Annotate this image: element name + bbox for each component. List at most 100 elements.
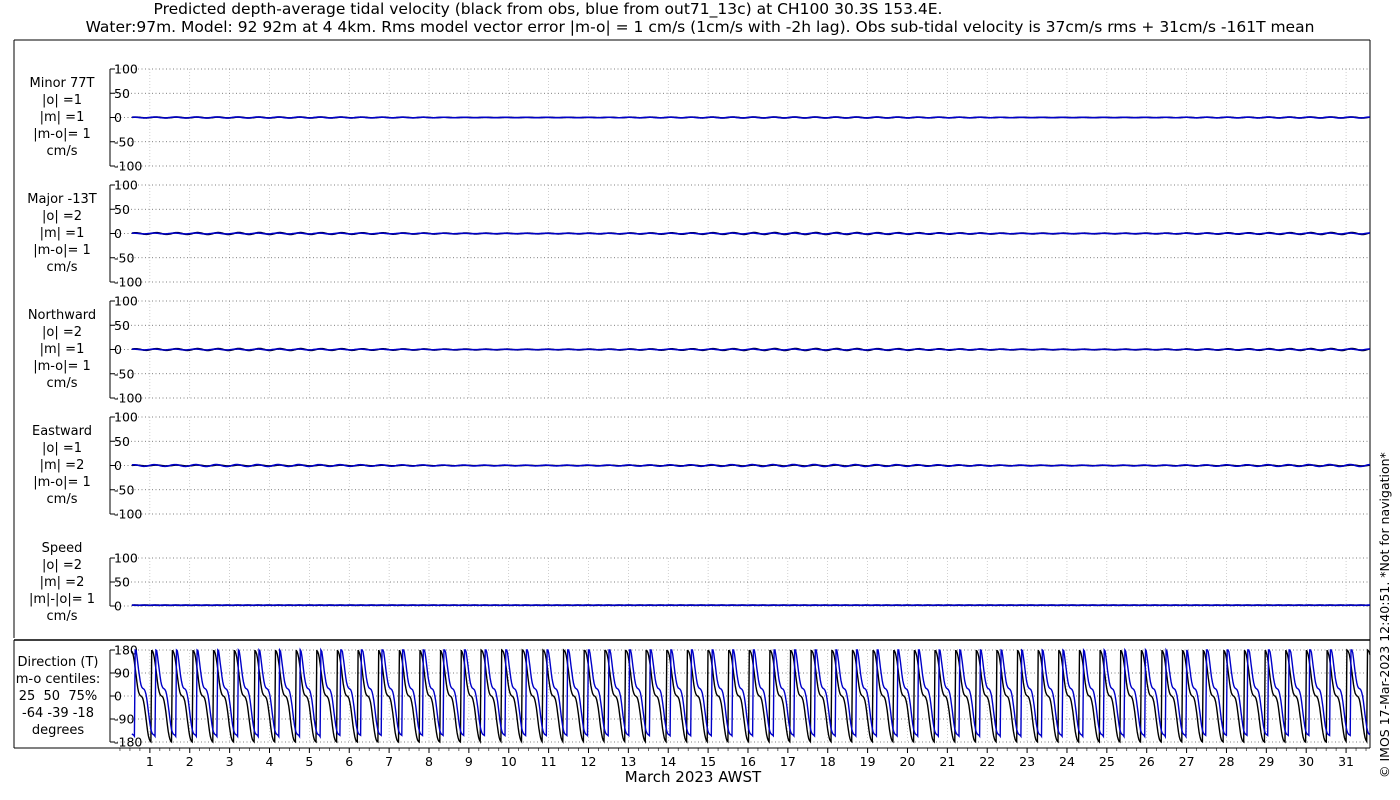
x-tick-label: 6: [345, 754, 353, 769]
panel-label-major: Major -13T |o| =2 |m| =1 |m-o|= 1 cm/s: [14, 191, 110, 276]
y-tick-label: 100: [114, 294, 138, 309]
x-tick-label: 28: [1219, 754, 1235, 769]
x-tick-label: 4: [266, 754, 274, 769]
panel-label-line: |m-o|= 1: [33, 243, 91, 258]
panel-label-line: |m| =2: [39, 458, 85, 473]
y-tick-label: -50: [114, 366, 134, 381]
x-tick-label: 3: [226, 754, 234, 769]
panel-label-line: 25 50 75%: [18, 689, 98, 704]
panel-label-direction: Direction (T) m-o centiles: 25 50 75% -64 -…: [8, 654, 108, 739]
y-tick-label: 100: [114, 410, 138, 425]
panel-label-line: |m| =1: [39, 110, 85, 125]
y-tick-label: -50: [114, 134, 134, 149]
y-tick-label: 0: [114, 110, 122, 125]
y-tick-label: -100: [114, 159, 142, 174]
x-tick-label: 8: [425, 754, 433, 769]
x-tick-label: 23: [1019, 754, 1035, 769]
panel-label-line: Eastward: [31, 424, 93, 439]
y-tick-label: 50: [114, 575, 130, 590]
panel-label-line: Major -13T: [27, 192, 97, 207]
x-tick-label: 2: [186, 754, 194, 769]
panel-label-line: Speed: [41, 541, 83, 556]
panel-label-line: Direction (T): [17, 655, 99, 670]
panel-label-line: cm/s: [46, 609, 78, 624]
y-tick-label: 50: [114, 318, 130, 333]
y-tick-label: -100: [114, 507, 142, 522]
x-tick-label: 17: [780, 754, 796, 769]
x-tick-label: 15: [700, 754, 716, 769]
panel-label-line: |m-o|= 1: [33, 475, 91, 490]
x-tick-label: 31: [1338, 754, 1354, 769]
panel-label-line: |m| =2: [39, 575, 85, 590]
y-tick-label: 90: [114, 666, 130, 681]
x-tick-label: 27: [1179, 754, 1195, 769]
y-tick-label: -100: [114, 275, 142, 290]
panel-label-line: |o| =2: [41, 325, 82, 340]
minor-model-line: [131, 116, 1371, 119]
x-tick-label: 19: [860, 754, 876, 769]
y-tick-label: 50: [114, 434, 130, 449]
panel-label-line: |m| =1: [39, 226, 85, 241]
x-tick-label: 24: [1059, 754, 1075, 769]
panel-label-line: |m-o|= 1: [33, 359, 91, 374]
copyright-notice: © IMOS 17-Mar-2023 12:40:51. *Not for na…: [1377, 452, 1392, 778]
panel-label-speed: Speed |o| =2 |m| =2 |m|-|o|= 1 cm/s: [14, 540, 110, 625]
x-tick-label: 10: [501, 754, 517, 769]
y-tick-label: -50: [114, 482, 134, 497]
y-tick-label: -180: [114, 735, 142, 750]
y-tick-label: 0: [114, 342, 122, 357]
y-tick-label: 0: [114, 689, 122, 704]
x-tick-label: 7: [385, 754, 393, 769]
y-tick-label: 100: [114, 551, 138, 566]
x-tick-label: 21: [939, 754, 955, 769]
panel-label-line: |m|-|o|= 1: [28, 592, 96, 607]
x-tick-label: 30: [1298, 754, 1314, 769]
x-tick-label: 22: [979, 754, 995, 769]
panel-label-minor: Minor 77T |o| =1 |m| =1 |m-o|= 1 cm/s: [14, 75, 110, 160]
panel-label-line: |m-o|= 1: [33, 127, 91, 142]
x-tick-label: 14: [660, 754, 676, 769]
y-tick-label: 0: [114, 599, 122, 614]
panel-label-line: |o| =1: [41, 441, 82, 456]
y-tick-label: 0: [114, 226, 122, 241]
x-tick-label: 26: [1139, 754, 1155, 769]
northward-model-line: [131, 348, 1371, 351]
x-tick-label: 20: [900, 754, 916, 769]
panel-label-line: |o| =1: [41, 93, 82, 108]
panel-label-line: cm/s: [46, 144, 78, 159]
x-tick-label: 13: [620, 754, 636, 769]
panel-label-line: cm/s: [46, 492, 78, 507]
x-tick-label: 29: [1258, 754, 1274, 769]
y-tick-label: 100: [114, 62, 138, 77]
x-tick-label: 18: [820, 754, 836, 769]
x-axis-label: March 2023 AWST: [624, 768, 762, 786]
y-tick-label: -100: [114, 391, 142, 406]
y-tick-label: 50: [114, 86, 130, 101]
panel-label-line: |m| =1: [39, 342, 85, 357]
panel-label-line: cm/s: [46, 376, 78, 391]
panel-label-line: |o| =2: [41, 209, 82, 224]
x-tick-label: 12: [581, 754, 597, 769]
x-tick-label: 1: [146, 754, 154, 769]
direction-model-line: [131, 647, 1371, 740]
y-tick-label: 100: [114, 178, 138, 193]
y-tick-label: -90: [114, 712, 134, 727]
panel-label-line: Northward: [27, 308, 97, 323]
panel-label-line: |o| =2: [41, 558, 82, 573]
panel-label-line: -64 -39 -18: [22, 706, 94, 721]
x-tick-label: 16: [740, 754, 756, 769]
panel-label-line: degrees: [31, 723, 85, 738]
tidal-velocity-chart: 100500-50-100100500-50-100100500-50-1001…: [13, 39, 1371, 769]
y-tick-label: 50: [114, 202, 130, 217]
x-tick-label: 5: [305, 754, 313, 769]
x-tick-label: 25: [1099, 754, 1115, 769]
panel-label-line: m-o centiles:: [15, 672, 101, 687]
x-tick-label: 11: [541, 754, 557, 769]
panel-label-eastward: Eastward |o| =1 |m| =2 |m-o|= 1 cm/s: [14, 423, 110, 508]
major-model-line: [131, 232, 1371, 235]
panel-label-line: Minor 77T: [29, 76, 95, 91]
panel-label-line: cm/s: [46, 260, 78, 275]
x-tick-label: 9: [465, 754, 473, 769]
y-tick-label: -50: [114, 250, 134, 265]
panel-label-northward: Northward |o| =2 |m| =1 |m-o|= 1 cm/s: [14, 307, 110, 392]
